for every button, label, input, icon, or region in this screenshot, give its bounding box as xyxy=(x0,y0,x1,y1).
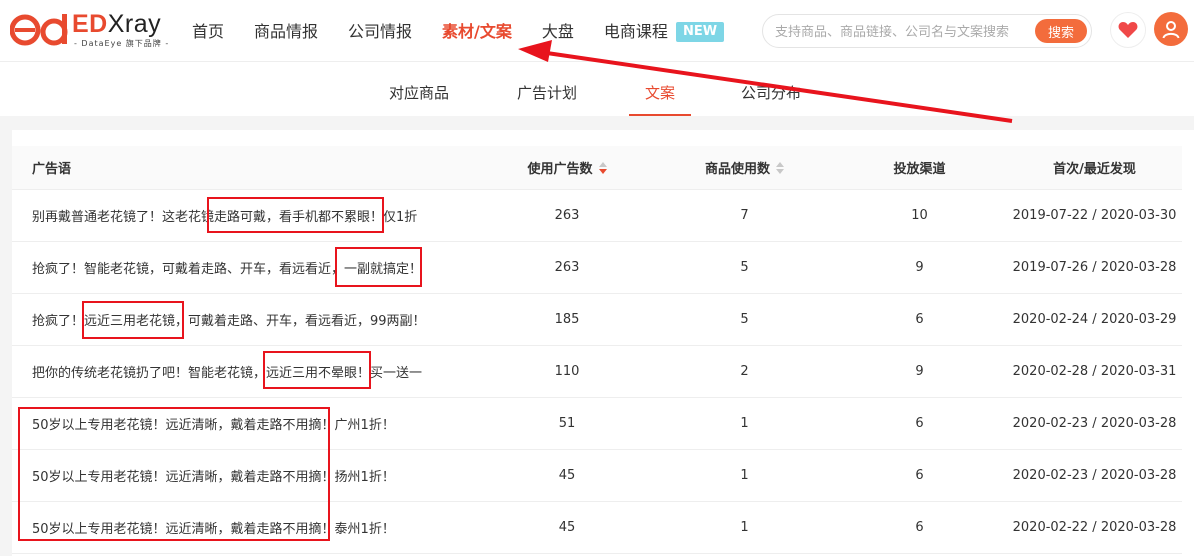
tab-company-distribution[interactable]: 公司分布 xyxy=(741,82,801,116)
sort-icon[interactable] xyxy=(776,161,784,174)
search-bar: 搜索 xyxy=(762,14,1092,48)
search-input[interactable] xyxy=(775,22,1030,42)
cell-ad-count: 51 xyxy=(558,416,576,431)
nav-item-courses[interactable]: 电商课程 xyxy=(604,18,668,46)
col-header-product-count-label: 商品使用数 xyxy=(704,162,770,177)
nav-item-home[interactable]: 首页 xyxy=(192,18,224,46)
cell-dates: 2020-02-22 / 2020-03-28 xyxy=(1012,520,1177,535)
cell-ad-count: 263 xyxy=(554,260,580,275)
highlight-box xyxy=(82,301,184,339)
logo-wordmark: EDXray xyxy=(72,10,161,39)
cell-product-count: 5 xyxy=(740,260,749,275)
logo-mark-icon xyxy=(10,14,68,46)
tab-copy[interactable]: 文案 xyxy=(628,82,692,116)
cell-product-count: 1 xyxy=(740,468,749,483)
cell-channels: 6 xyxy=(915,312,924,327)
tab-matched-products[interactable]: 对应商品 xyxy=(389,82,449,116)
highlight-box xyxy=(207,197,384,233)
cell-ad-count: 185 xyxy=(554,312,580,327)
cell-ad-count: 45 xyxy=(558,468,576,483)
highlight-box xyxy=(263,351,371,389)
highlight-box xyxy=(18,407,330,541)
favorites-button[interactable] xyxy=(1110,12,1146,48)
nav-item-creative-copy[interactable]: 素材/文案 xyxy=(442,18,512,46)
col-header-channels: 投放渠道 xyxy=(893,162,946,177)
cell-dates: 2020-02-23 / 2020-03-28 xyxy=(1012,468,1177,483)
cell-product-count: 2 xyxy=(740,364,749,379)
logo-brand-rest: Xray xyxy=(107,10,162,38)
user-avatar-icon xyxy=(1162,21,1180,39)
logo-brand-prefix: ED xyxy=(72,10,108,38)
cell-channels: 10 xyxy=(911,208,928,223)
cell-channels: 6 xyxy=(915,468,924,483)
table-row[interactable]: 别再戴普通老花镜了！这老花镜走路可戴，看手机都不累眼！仅1折 263 7 10 … xyxy=(12,190,1182,242)
logo[interactable]: EDXray - DataEye 旗下品牌 - xyxy=(10,10,170,52)
cell-product-count: 5 xyxy=(740,312,749,327)
cell-channels: 6 xyxy=(915,416,924,431)
col-header-product-count[interactable]: 商品使用数 xyxy=(657,146,832,189)
main-nav: 首页 商品情报 公司情报 素材/文案 大盘 电商课程 NEW xyxy=(192,18,725,46)
nav-item-market[interactable]: 大盘 xyxy=(542,18,574,46)
cell-ad-count: 263 xyxy=(554,208,580,223)
new-badge: NEW xyxy=(675,22,725,42)
cell-channels: 9 xyxy=(915,364,924,379)
highlight-box xyxy=(335,247,422,287)
table-row[interactable]: 把你的传统老花镜扔了吧！智能老花镜，远近三用不晕眼！买一送一 110 2 9 2… xyxy=(12,346,1182,398)
cell-dates: 2020-02-24 / 2020-03-29 xyxy=(1012,312,1177,327)
search-button[interactable]: 搜索 xyxy=(1035,19,1087,43)
cell-dates: 2020-02-28 / 2020-03-31 xyxy=(1012,364,1177,379)
table-row[interactable]: 抢疯了！智能老花镜，可戴着走路、开车，看远看近，一副就搞定！ 263 5 9 2… xyxy=(12,242,1182,294)
cell-ad-count: 45 xyxy=(558,520,576,535)
heart-icon xyxy=(1118,22,1138,38)
cell-product-count: 1 xyxy=(740,520,749,535)
user-avatar-button[interactable] xyxy=(1154,12,1188,46)
sort-desc-icon[interactable] xyxy=(598,161,607,174)
col-header-ad-copy: 广告语 xyxy=(32,162,72,177)
sub-tabs: 对应商品 广告计划 文案 公司分布 xyxy=(0,62,1194,116)
nav-item-product-intel[interactable]: 商品情报 xyxy=(254,18,318,46)
logo-tagline: - DataEye 旗下品牌 - xyxy=(74,39,170,48)
cell-dates: 2020-02-23 / 2020-03-28 xyxy=(1012,416,1177,431)
cell-channels: 6 xyxy=(915,520,924,535)
section-divider xyxy=(0,116,1194,130)
cell-product-count: 7 xyxy=(740,208,749,223)
top-header: EDXray - DataEye 旗下品牌 - 首页 商品情报 公司情报 素材/… xyxy=(0,0,1194,62)
col-header-ad-count-label: 使用广告数 xyxy=(527,162,593,177)
cell-dates: 2019-07-22 / 2020-03-30 xyxy=(1012,208,1177,223)
cell-channels: 9 xyxy=(915,260,924,275)
table-header: 广告语 使用广告数 商品使用数 投放渠道 首次/最近发现 xyxy=(12,146,1182,190)
tab-ad-plans[interactable]: 广告计划 xyxy=(517,82,577,116)
cell-dates: 2019-07-26 / 2020-03-28 xyxy=(1012,260,1177,275)
cell-product-count: 1 xyxy=(740,416,749,431)
cell-ad-count: 110 xyxy=(554,364,580,379)
side-gutter xyxy=(0,130,12,556)
col-header-ad-count[interactable]: 使用广告数 xyxy=(482,146,652,189)
nav-item-company-intel[interactable]: 公司情报 xyxy=(348,18,412,46)
col-header-dates: 首次/最近发现 xyxy=(1053,162,1136,177)
table-row[interactable]: 抢疯了！远近三用老花镜，可戴着走路、开车，看远看近，99两副！ 185 5 6 … xyxy=(12,294,1182,346)
